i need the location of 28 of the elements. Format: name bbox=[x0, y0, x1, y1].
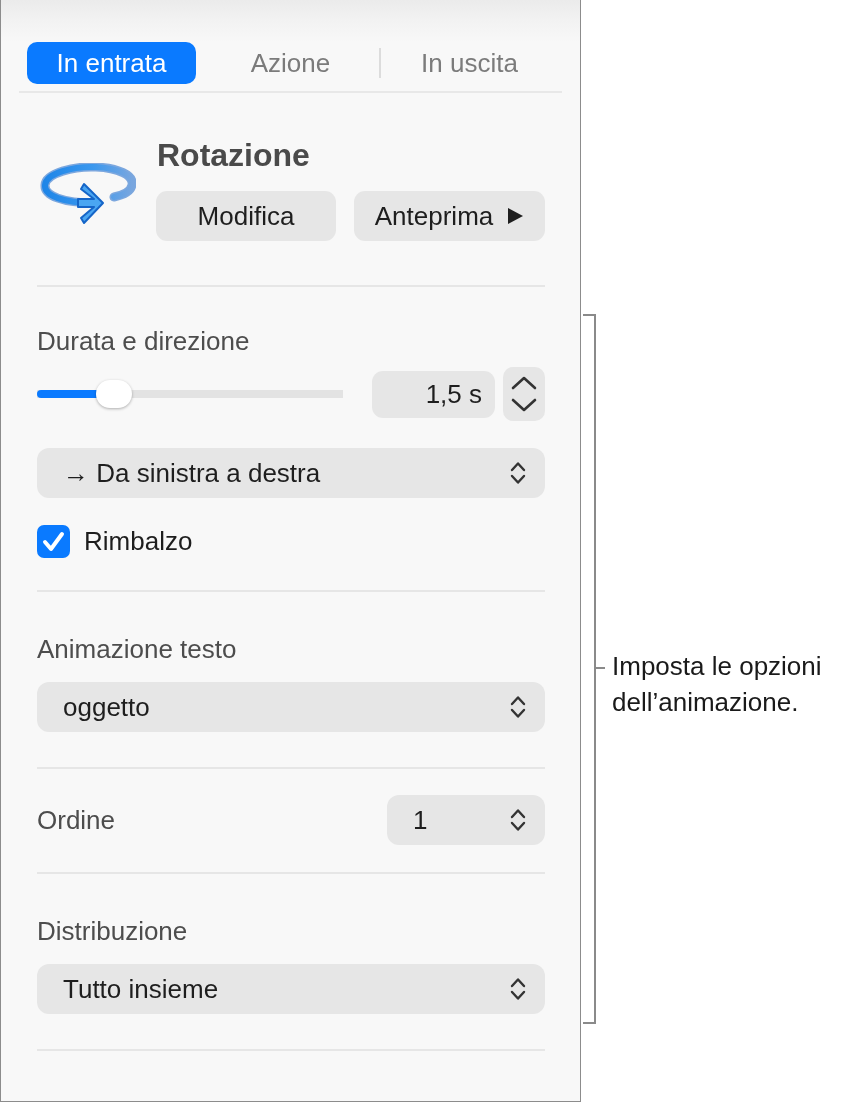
play-icon bbox=[507, 207, 525, 225]
tab[interactable]: Azione bbox=[206, 42, 375, 84]
chevron-down-icon bbox=[511, 398, 537, 412]
rotation-arrow-icon bbox=[40, 163, 136, 225]
callout-text: Imposta le opzioni dell’animazione. bbox=[612, 650, 823, 719]
section-label: Distribuzione bbox=[37, 916, 189, 946]
tab[interactable]: In uscita bbox=[385, 42, 554, 84]
edit-button[interactable]: Modifica bbox=[156, 191, 336, 241]
popup-menu[interactable]: 1 bbox=[387, 795, 545, 845]
up-down-chevron-icon bbox=[510, 695, 526, 719]
section-label: Animazione testo bbox=[37, 634, 238, 664]
preview-button[interactable]: Anteprima bbox=[354, 191, 545, 241]
slider-thumb[interactable] bbox=[95, 380, 132, 408]
duration-field[interactable]: 1,5 s bbox=[372, 370, 495, 418]
effect-title: Rotazione bbox=[157, 136, 311, 175]
tab[interactable]: In entrata bbox=[27, 42, 196, 84]
checkbox-label: Rimbalzo bbox=[84, 525, 193, 558]
checkbox[interactable] bbox=[37, 525, 70, 558]
up-down-chevron-icon bbox=[510, 977, 526, 1001]
popup-menu[interactable]: Tutto insieme bbox=[37, 964, 545, 1014]
popup-menu[interactable]: oggetto bbox=[37, 682, 545, 732]
field-label: Ordine bbox=[37, 805, 116, 835]
section-label: Durata e direzione bbox=[37, 326, 251, 356]
chevron-up-icon bbox=[511, 376, 537, 390]
stepper[interactable] bbox=[503, 367, 545, 421]
up-down-chevron-icon bbox=[510, 461, 526, 485]
up-down-chevron-icon bbox=[510, 808, 526, 832]
popup-menu[interactable]: → Da sinistra a destra bbox=[37, 448, 545, 498]
